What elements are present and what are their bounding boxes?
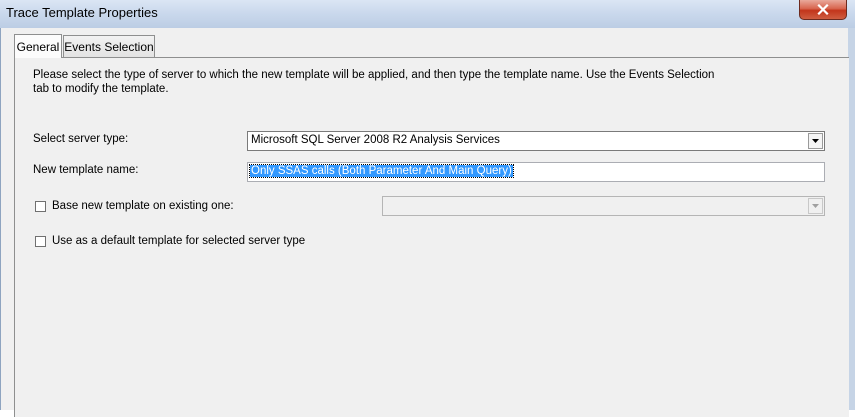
template-name-label: New template name: <box>33 164 139 176</box>
tab-events-selection[interactable]: Events Selection <box>63 35 155 57</box>
server-type-select[interactable]: Microsoft SQL Server 2008 R2 Analysis Se… <box>247 131 825 151</box>
base-template-checkbox[interactable] <box>35 201 46 212</box>
dropdown-arrow-icon <box>812 139 819 143</box>
title-bar[interactable]: Trace Template Properties <box>0 0 855 28</box>
base-template-select[interactable] <box>382 196 825 216</box>
template-name-input[interactable]: Only SSAS calls (Both Parameter And Main… <box>247 162 825 182</box>
base-template-label: Base new template on existing one: <box>52 200 234 212</box>
server-type-dropdown-button[interactable] <box>808 133 823 149</box>
close-button[interactable] <box>799 0 847 20</box>
default-template-checkbox[interactable] <box>35 236 46 247</box>
dialog-client-area: General Events Selection Please select t… <box>0 28 849 417</box>
trace-template-properties-window: Trace Template Properties General Events… <box>0 0 855 417</box>
general-tab-panel: Please select the type of server to whic… <box>14 57 849 417</box>
tab-general-label: General <box>16 39 60 54</box>
server-type-value: Microsoft SQL Server 2008 R2 Analysis Se… <box>251 134 500 146</box>
template-name-value: Only SSAS calls (Both Parameter And Main… <box>249 164 514 178</box>
window-title: Trace Template Properties <box>6 5 158 20</box>
tab-general[interactable]: General <box>14 34 62 58</box>
description-text: Please select the type of server to whic… <box>33 69 715 95</box>
server-type-label: Select server type: <box>33 133 129 145</box>
dropdown-arrow-icon <box>812 204 819 208</box>
default-template-label: Use as a default template for selected s… <box>52 235 306 247</box>
close-icon <box>817 4 829 15</box>
base-template-dropdown-button[interactable] <box>808 198 823 214</box>
tab-events-selection-label: Events Selection <box>64 39 154 54</box>
